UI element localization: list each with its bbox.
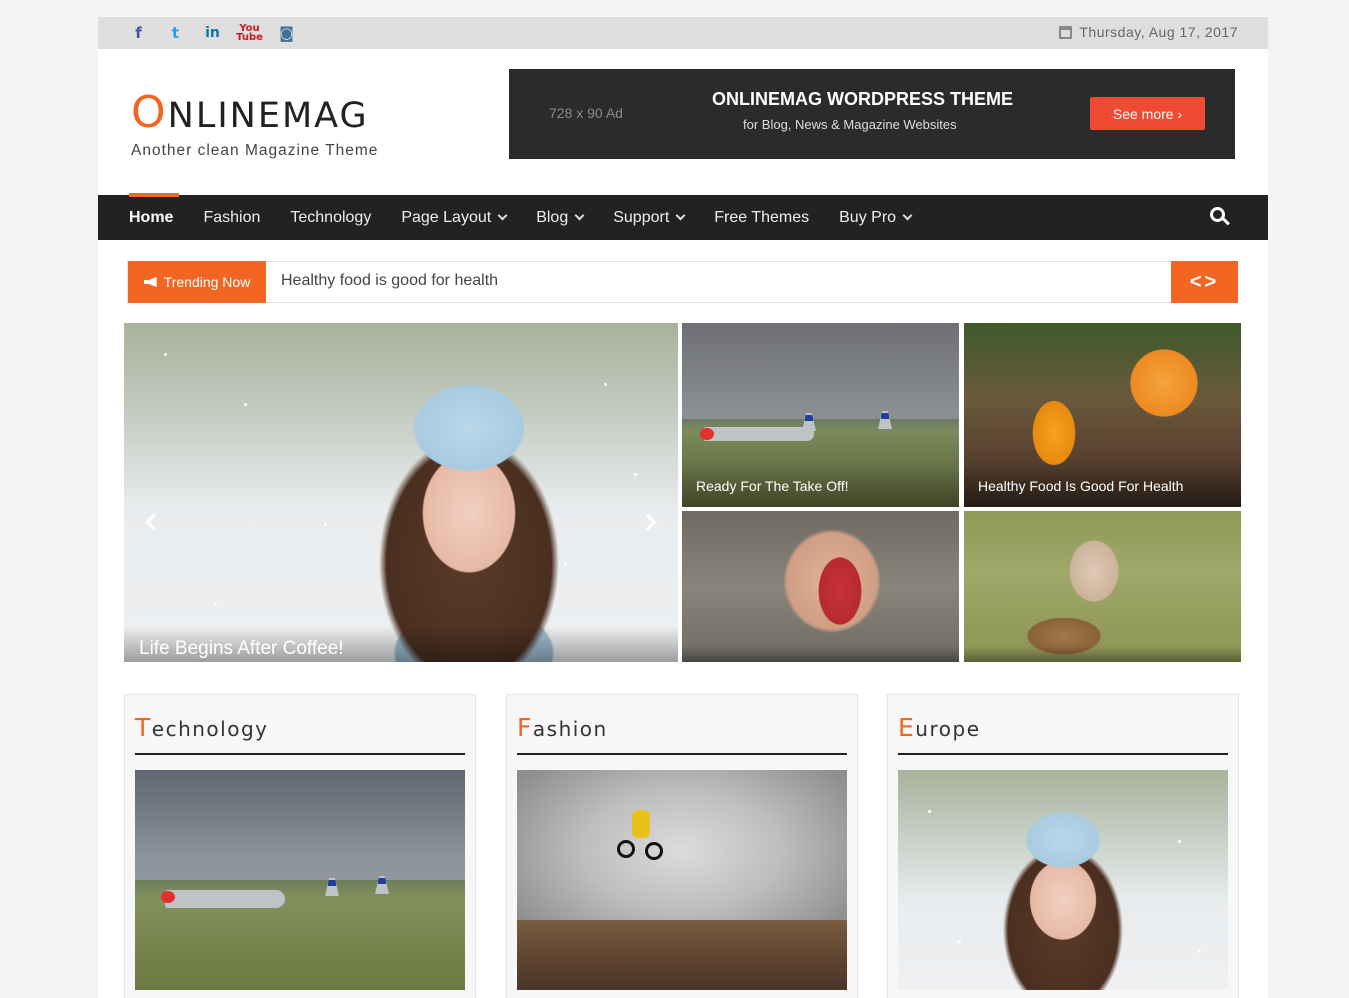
date-display: Thursday, Aug 17, 2017 bbox=[1059, 24, 1238, 40]
nav-menu: Home Fashion Technology Page Layout Blog… bbox=[129, 195, 941, 240]
featured-post-guitar[interactable] bbox=[964, 511, 1241, 662]
category-title-text: echnology bbox=[151, 717, 269, 741]
trending-nav-arrows-icon[interactable]: <> bbox=[1171, 261, 1238, 303]
trending-headline[interactable]: Healthy food is good for health bbox=[281, 272, 498, 290]
search-icon[interactable] bbox=[1210, 207, 1230, 227]
category-divider bbox=[898, 753, 1228, 755]
slider-next-icon[interactable] bbox=[639, 513, 657, 531]
nav-label: Page Layout bbox=[401, 208, 492, 226]
plane-tail-detail bbox=[325, 878, 339, 896]
plane-tail-detail bbox=[375, 876, 389, 894]
instagram-icon[interactable]: ◙ bbox=[268, 23, 305, 43]
nav-label: Home bbox=[129, 208, 174, 226]
category-image[interactable] bbox=[898, 770, 1228, 990]
plane-tail-detail bbox=[802, 413, 816, 431]
see-more-button[interactable]: See more › bbox=[1090, 97, 1205, 130]
nav-item-blog[interactable]: Blog bbox=[536, 208, 585, 227]
top-bar: f t in You Tube ◙ Thursday, Aug 17, 2017 bbox=[98, 17, 1268, 49]
logo-first-letter: O bbox=[131, 87, 168, 138]
biker-image-detail bbox=[617, 810, 667, 865]
social-links: f t in You Tube ◙ bbox=[120, 23, 305, 43]
calendar-icon bbox=[1059, 25, 1073, 39]
featured-post-caption-bar bbox=[682, 646, 959, 662]
logo-text: NLINEMAG bbox=[167, 96, 369, 136]
nav-label: Blog bbox=[536, 208, 569, 226]
nav-item-free-themes[interactable]: Free Themes bbox=[714, 209, 809, 227]
youtube-icon[interactable]: You Tube bbox=[231, 23, 268, 43]
date-text: Thursday, Aug 17, 2017 bbox=[1079, 24, 1238, 40]
featured-slider[interactable]: Life Begins After Coffee! bbox=[124, 323, 678, 662]
twitter-icon[interactable]: t bbox=[157, 23, 194, 43]
category-title-first-letter: T bbox=[135, 713, 152, 742]
slider-prev-icon[interactable] bbox=[145, 513, 163, 531]
featured-post-caption[interactable]: Ready For The Take Off! bbox=[682, 463, 959, 507]
nav-item-fashion[interactable]: Fashion bbox=[203, 209, 260, 227]
category-image[interactable] bbox=[135, 770, 465, 990]
category-title[interactable]: Europe bbox=[898, 713, 981, 742]
site-logo[interactable]: ONLINEMAG bbox=[131, 87, 369, 138]
megaphone-icon bbox=[143, 277, 157, 287]
nav-item-support[interactable]: Support bbox=[613, 208, 686, 227]
nav-item-buy-pro[interactable]: Buy Pro bbox=[839, 208, 913, 227]
nav-label: Fashion bbox=[203, 208, 261, 226]
category-block-technology: Technology bbox=[124, 694, 476, 998]
nav-item-home[interactable]: Home bbox=[129, 209, 173, 227]
category-title-text: urope bbox=[915, 717, 981, 741]
nav-label: Free Themes bbox=[714, 208, 810, 226]
featured-caption[interactable]: Life Begins After Coffee! bbox=[124, 626, 678, 662]
plane-image-detail bbox=[161, 890, 285, 908]
category-image[interactable] bbox=[517, 770, 847, 990]
trending-label: Trending Now bbox=[128, 261, 266, 303]
facebook-icon[interactable]: f bbox=[120, 23, 157, 43]
featured-post-caption[interactable]: Healthy Food Is Good For Health bbox=[964, 463, 1241, 507]
ad-title: ONLINEMAG WORDPRESS THEME bbox=[712, 89, 1014, 109]
category-title-text: ashion bbox=[532, 717, 608, 741]
category-title[interactable]: Fashion bbox=[517, 713, 608, 742]
category-divider bbox=[135, 753, 465, 755]
nav-label: Support bbox=[613, 208, 670, 226]
chevron-down-icon bbox=[675, 210, 686, 221]
nav-label: Technology bbox=[290, 208, 372, 226]
plane-image-detail bbox=[700, 427, 814, 441]
featured-post-caption-bar bbox=[964, 646, 1241, 662]
site-tagline: Another clean Magazine Theme bbox=[131, 142, 379, 159]
page-wrapper: f t in You Tube ◙ Thursday, Aug 17, 2017… bbox=[98, 17, 1268, 998]
nav-label: Buy Pro bbox=[839, 208, 897, 226]
nav-item-technology[interactable]: Technology bbox=[290, 209, 371, 227]
chevron-down-icon bbox=[497, 210, 508, 221]
nav-item-page-layout[interactable]: Page Layout bbox=[401, 208, 508, 227]
trending-label-text: Trending Now bbox=[163, 274, 251, 290]
category-title[interactable]: Technology bbox=[135, 713, 269, 742]
category-block-europe: Europe bbox=[887, 694, 1239, 998]
chevron-down-icon bbox=[902, 210, 913, 221]
featured-post-plane[interactable]: Ready For The Take Off! bbox=[682, 323, 959, 507]
ad-size-label: 728 x 90 Ad bbox=[549, 105, 623, 121]
chevron-down-icon bbox=[574, 210, 585, 221]
ad-banner[interactable]: 728 x 90 Ad ONLINEMAG WORDPRESS THEME fo… bbox=[509, 69, 1235, 159]
main-nav: Home Fashion Technology Page Layout Blog… bbox=[98, 193, 1268, 240]
category-divider bbox=[517, 753, 847, 755]
category-block-fashion: Fashion bbox=[506, 694, 858, 998]
ad-subtitle: for Blog, News & Magazine Websites bbox=[743, 117, 957, 132]
featured-post-juice[interactable]: Healthy Food Is Good For Health bbox=[964, 323, 1241, 507]
linkedin-icon[interactable]: in bbox=[194, 23, 231, 43]
category-title-first-letter: F bbox=[517, 713, 533, 742]
category-title-first-letter: E bbox=[898, 713, 916, 742]
trending-bar: Trending Now Healthy food is good for he… bbox=[127, 261, 1238, 303]
plane-tail-detail bbox=[878, 411, 892, 429]
featured-post-phone[interactable] bbox=[682, 511, 959, 662]
